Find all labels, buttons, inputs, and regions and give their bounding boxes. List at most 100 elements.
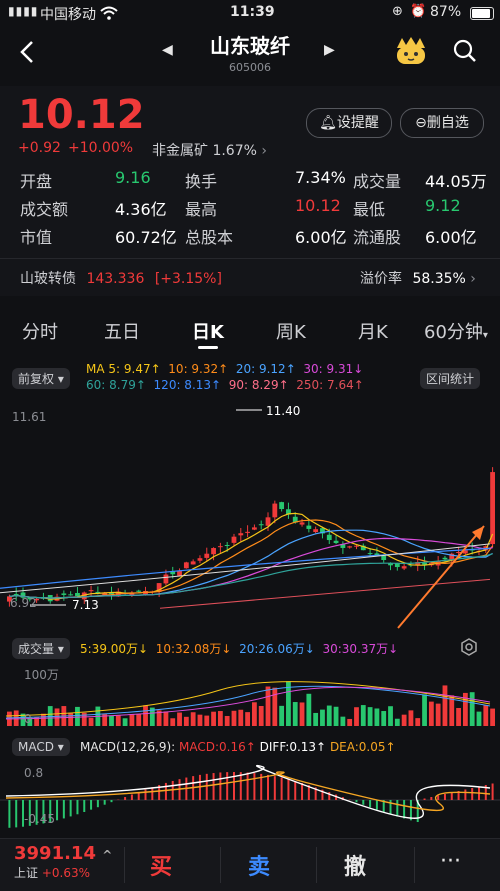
volume-bar bbox=[183, 716, 189, 726]
sell-button[interactable]: 卖 bbox=[248, 849, 270, 881]
nav-bar: ◀ 山东玻纤 605006 ▶ bbox=[0, 26, 500, 84]
volume-bar bbox=[483, 705, 489, 726]
sector-link[interactable]: 非金属矿 1.67% › bbox=[152, 140, 267, 160]
volume-indicator-dropdown[interactable]: 成交量 ▾ bbox=[12, 638, 70, 659]
volume-ma-line: 5:39.00万↓ 10:32.08万↓ 20:26.06万↓ 30:30.37… bbox=[80, 640, 398, 657]
cancel-order-button[interactable]: 撤 bbox=[344, 849, 366, 881]
volume-bar bbox=[428, 701, 434, 726]
candle-body bbox=[61, 593, 67, 595]
vol-ma20: 20:26.06万↓ bbox=[239, 642, 315, 656]
candle-body bbox=[217, 546, 223, 548]
period-tabs: 分时 五日 日K 周K 月K 60分钟▾ bbox=[0, 306, 500, 354]
premium-rate[interactable]: 溢价率 58.35% › bbox=[360, 268, 476, 288]
candle-body bbox=[13, 593, 19, 595]
candle-body bbox=[224, 544, 230, 546]
macd-label: MACD bbox=[18, 740, 54, 754]
volume-bar bbox=[115, 715, 121, 726]
candle-body bbox=[197, 558, 203, 561]
volume-bar bbox=[197, 714, 203, 726]
tab-minute[interactable]: 分时 bbox=[22, 318, 58, 344]
macd-chart[interactable] bbox=[0, 760, 500, 838]
tab-monthly-k[interactable]: 月K bbox=[358, 318, 388, 344]
convertible-bond-link[interactable]: 山玻转债 143.336 [+3.15%] bbox=[20, 268, 222, 288]
settings-icon[interactable] bbox=[460, 638, 478, 656]
adjust-dropdown[interactable]: 前复权 ▾ bbox=[12, 368, 70, 389]
macd-values: MACD(12,26,9): MACD:0.16↑ DIFF:0.13↑ DEA… bbox=[80, 740, 396, 754]
quote-field-label: 成交量 bbox=[353, 172, 402, 191]
set-alert-button[interactable]: 🔔︎设提醒 bbox=[306, 108, 392, 138]
quote-field-label: 流通股 bbox=[353, 228, 402, 247]
volume-bar bbox=[231, 710, 237, 726]
quote-field-value: 60.72亿 bbox=[115, 228, 177, 247]
buy-button[interactable]: 买 bbox=[150, 849, 172, 881]
volume-bar bbox=[442, 685, 448, 726]
macd-indicator-dropdown[interactable]: MACD ▾ bbox=[12, 738, 70, 756]
candle-body bbox=[381, 555, 387, 561]
volume-chart[interactable] bbox=[0, 660, 500, 728]
volume-bar bbox=[190, 712, 196, 726]
volume-bar bbox=[279, 705, 285, 726]
ma20: 20: 9.12↑ bbox=[235, 362, 296, 376]
volume-bar bbox=[435, 703, 441, 726]
volume-bar bbox=[422, 694, 427, 726]
tab-daily-k[interactable]: 日K bbox=[192, 318, 224, 344]
volume-bar bbox=[272, 687, 278, 726]
tab-five-day[interactable]: 五日 bbox=[104, 318, 140, 344]
candle-body bbox=[354, 545, 359, 547]
index-ticker[interactable]: 3991.14 ^ 上证 +0.63% bbox=[14, 843, 112, 881]
candle-body bbox=[347, 546, 353, 548]
bond-pct: [+3.15%] bbox=[154, 271, 222, 287]
divider bbox=[0, 258, 500, 259]
chevron-right-icon: › bbox=[261, 143, 267, 159]
bell-icon: 🔔︎ bbox=[319, 115, 337, 131]
ma-line-2: 60: 8.79↑ 120: 8.13↑ 90: 8.29↑ 250: 7.64… bbox=[86, 378, 364, 392]
quote-row: 成交额 4.36亿 最高 10.12 最低 9.12 bbox=[20, 196, 490, 222]
candle-body bbox=[252, 527, 257, 530]
volume-bar bbox=[374, 708, 380, 726]
candle-body bbox=[245, 531, 250, 533]
moving-average-line bbox=[9, 512, 494, 600]
volume-bar bbox=[211, 711, 216, 726]
premium-label: 溢价率 bbox=[360, 271, 402, 287]
volume-bar bbox=[456, 707, 461, 726]
chevron-up-icon: ^ bbox=[102, 848, 113, 862]
volume-bar bbox=[292, 702, 298, 726]
volume-bar bbox=[204, 715, 210, 726]
tab-60min[interactable]: 60分钟▾ bbox=[424, 318, 488, 344]
remove-watchlist-button[interactable]: ⊖删自选 bbox=[400, 108, 484, 138]
stock-code: 605006 bbox=[229, 61, 271, 74]
volume-bar bbox=[129, 714, 135, 726]
candle-body bbox=[401, 566, 407, 569]
ma5: MA 5: 9.47↑ bbox=[86, 362, 161, 376]
sector-pct: 1.67% bbox=[212, 143, 257, 159]
candlestick-chart[interactable] bbox=[0, 398, 500, 630]
vol-ma30: 30:30.37万↓ bbox=[322, 642, 399, 656]
candle-body bbox=[258, 524, 264, 526]
candle-body bbox=[183, 562, 189, 569]
volume-bar bbox=[320, 709, 325, 726]
search-icon[interactable] bbox=[452, 38, 478, 64]
prev-stock-icon[interactable]: ◀ bbox=[162, 42, 173, 58]
sector-name: 非金属矿 bbox=[152, 143, 208, 159]
index-value: 3991.14 bbox=[14, 843, 96, 864]
interval-stats-button[interactable]: 区间统计 bbox=[420, 368, 481, 389]
volume-axis-top: 100万 bbox=[24, 668, 59, 682]
volume-bar bbox=[408, 710, 414, 726]
premium-value: 58.35% bbox=[412, 271, 466, 287]
tab-weekly-k[interactable]: 周K bbox=[276, 318, 306, 344]
moving-average-line bbox=[9, 519, 494, 599]
more-button[interactable]: ··· bbox=[440, 849, 461, 874]
diff-value: DIFF:0.13↑ bbox=[259, 740, 327, 754]
ma250-line bbox=[159, 578, 491, 609]
volume-bar bbox=[41, 713, 46, 726]
next-stock-icon[interactable]: ▶ bbox=[324, 42, 335, 58]
volume-bar bbox=[340, 716, 346, 726]
back-icon[interactable] bbox=[18, 40, 38, 64]
mascot-icon[interactable] bbox=[394, 36, 428, 66]
volume-bar bbox=[170, 718, 176, 726]
divider bbox=[414, 847, 415, 883]
candle-body bbox=[299, 522, 305, 525]
volume-bar bbox=[401, 714, 407, 726]
volume-bar bbox=[306, 693, 312, 726]
candle-body bbox=[88, 590, 94, 592]
